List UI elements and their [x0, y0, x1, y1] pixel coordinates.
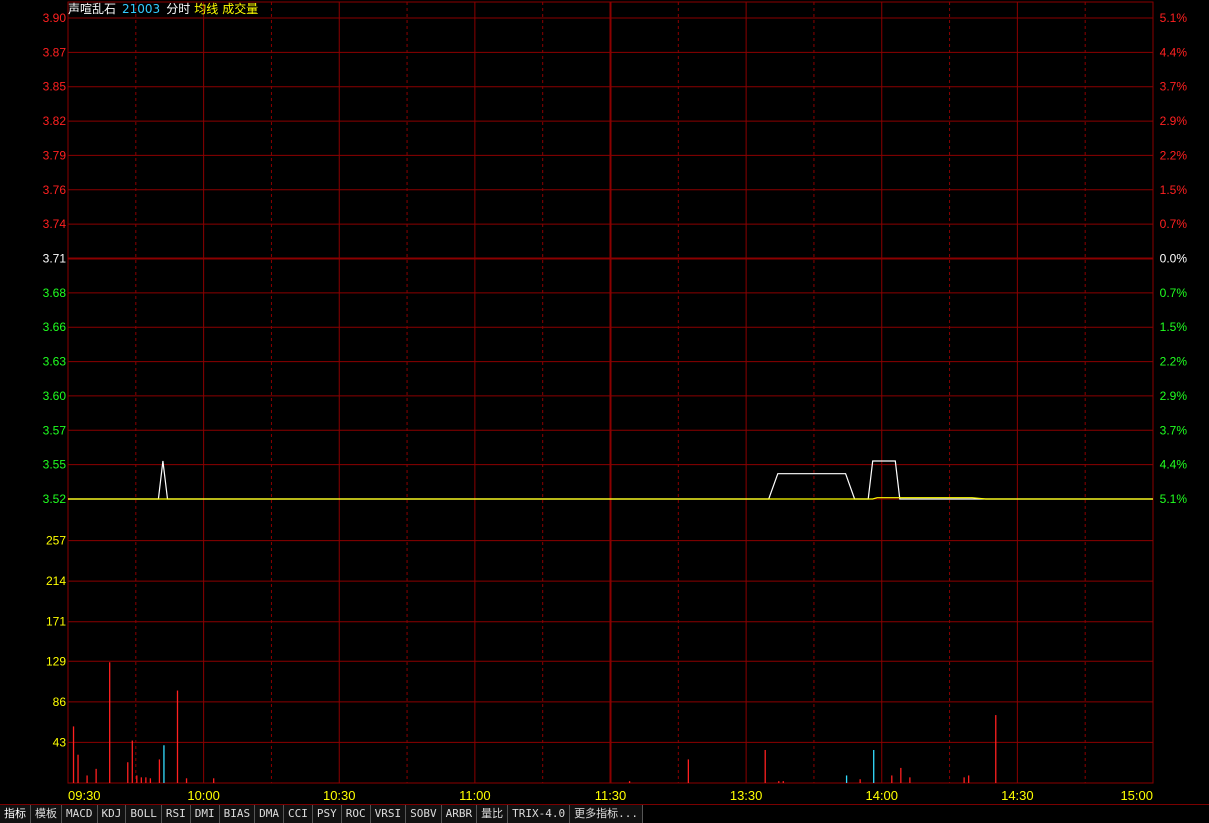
price-axis-label: 3.85 [43, 80, 67, 94]
percent-axis-label: 2.2% [1160, 148, 1188, 162]
volume-axis-label: 214 [46, 574, 66, 588]
time-axis-label: 10:30 [323, 788, 356, 803]
indicator-tab[interactable]: ARBR [441, 805, 478, 823]
volume-axis-label: 171 [46, 615, 66, 629]
stock-code: 21003 [122, 2, 161, 16]
indicator-tab[interactable]: BIAS [219, 805, 256, 823]
percent-axis-label: 5.1% [1160, 11, 1188, 25]
indicator-tab[interactable]: DMA [255, 805, 284, 823]
time-axis-label: 13:30 [730, 788, 763, 803]
indicator-tab[interactable]: ROC [341, 805, 371, 823]
volume-axis-label: 43 [53, 735, 67, 749]
price-axis-label: 3.87 [43, 45, 67, 59]
volume-axis-label: 257 [46, 534, 66, 548]
volume-axis-label: 129 [46, 654, 66, 668]
chart-header: 声喧乱石 21003 分时 均线 成交量 [68, 2, 264, 16]
indicator-tab[interactable]: DMI [190, 805, 220, 823]
price-axis-label: 3.60 [43, 389, 67, 403]
percent-axis-label: 2.2% [1160, 355, 1188, 369]
indicator-tab[interactable]: RSI [161, 805, 191, 823]
indicator-tab[interactable]: VRSI [370, 805, 407, 823]
price-axis-label: 3.57 [43, 423, 67, 437]
price-axis-label: 3.79 [43, 148, 67, 162]
price-axis-label: 3.82 [43, 114, 67, 128]
intraday-chart[interactable]: 3.90 5.1% 3.87 4.4% 3.85 3.7% 3.82 2.9% 3.79 2.2%… [0, 0, 1209, 804]
indicator-tab[interactable]: PSY [312, 805, 342, 823]
percent-axis-label: 5.1% [1160, 492, 1188, 506]
percent-axis-label: 2.9% [1160, 114, 1188, 128]
price-axis-label: 3.76 [43, 183, 67, 197]
price-axis-label: 3.74 [43, 217, 67, 231]
price-axis-label: 3.68 [43, 286, 67, 300]
time-axis-label: 15:00 [1120, 788, 1153, 803]
percent-axis-label: 4.4% [1160, 45, 1188, 59]
percent-axis-label: 0.0% [1160, 252, 1188, 266]
indicator-tab[interactable]: TRIX-4.0 [508, 805, 571, 823]
percent-axis-label: 1.5% [1160, 183, 1188, 197]
header-item-intraday: 分时 [166, 2, 191, 16]
percent-axis-label: 3.7% [1160, 423, 1188, 437]
time-axis-label: 09:30 [68, 788, 101, 803]
percent-axis-label: 4.4% [1160, 458, 1188, 472]
indicator-tab[interactable]: MACD [62, 805, 98, 823]
percent-axis-label: 0.7% [1160, 286, 1188, 300]
time-axis-label: 14:00 [865, 788, 898, 803]
volume-axis-label: 86 [53, 695, 67, 709]
time-axis-label: 11:30 [595, 788, 627, 803]
price-axis-label: 3.55 [43, 458, 67, 472]
percent-axis-label: 0.7% [1160, 217, 1188, 231]
price-axis-label: 3.71 [43, 252, 67, 266]
price-axis-label: 3.90 [43, 11, 67, 25]
time-axis-label: 14:30 [1001, 788, 1034, 803]
price-axis-label: 3.66 [43, 320, 67, 334]
indicator-tab[interactable]: 指标 [0, 805, 31, 823]
indicator-tab[interactable]: 量比 [477, 805, 509, 823]
header-item-average-line: 均线 [194, 2, 219, 16]
header-item-volume: 成交量 [222, 2, 259, 16]
indicator-tab[interactable]: KDJ [97, 805, 127, 823]
price-axis-label: 3.52 [43, 492, 67, 506]
indicator-tab[interactable]: 更多指标... [570, 805, 643, 823]
indicator-tab[interactable]: BOLL [126, 805, 162, 823]
percent-axis-label: 2.9% [1160, 389, 1188, 403]
indicator-tab[interactable]: SOBV [406, 805, 442, 823]
indicator-tabs: 指标 模板 MACD KDJ BOLL RSI DMI BIAS DMA CCI PSY ROC VRS… [0, 804, 1209, 823]
indicator-tab[interactable]: 模板 [31, 805, 62, 823]
percent-axis-label: 3.7% [1160, 80, 1188, 94]
indicator-tab[interactable]: CCI [284, 805, 313, 823]
time-axis-label: 11:00 [459, 788, 491, 803]
time-axis-label: 10:00 [187, 788, 220, 803]
stock-name: 声喧乱石 [68, 2, 117, 16]
percent-axis-label: 1.5% [1160, 320, 1188, 334]
price-axis-label: 3.63 [43, 355, 67, 369]
